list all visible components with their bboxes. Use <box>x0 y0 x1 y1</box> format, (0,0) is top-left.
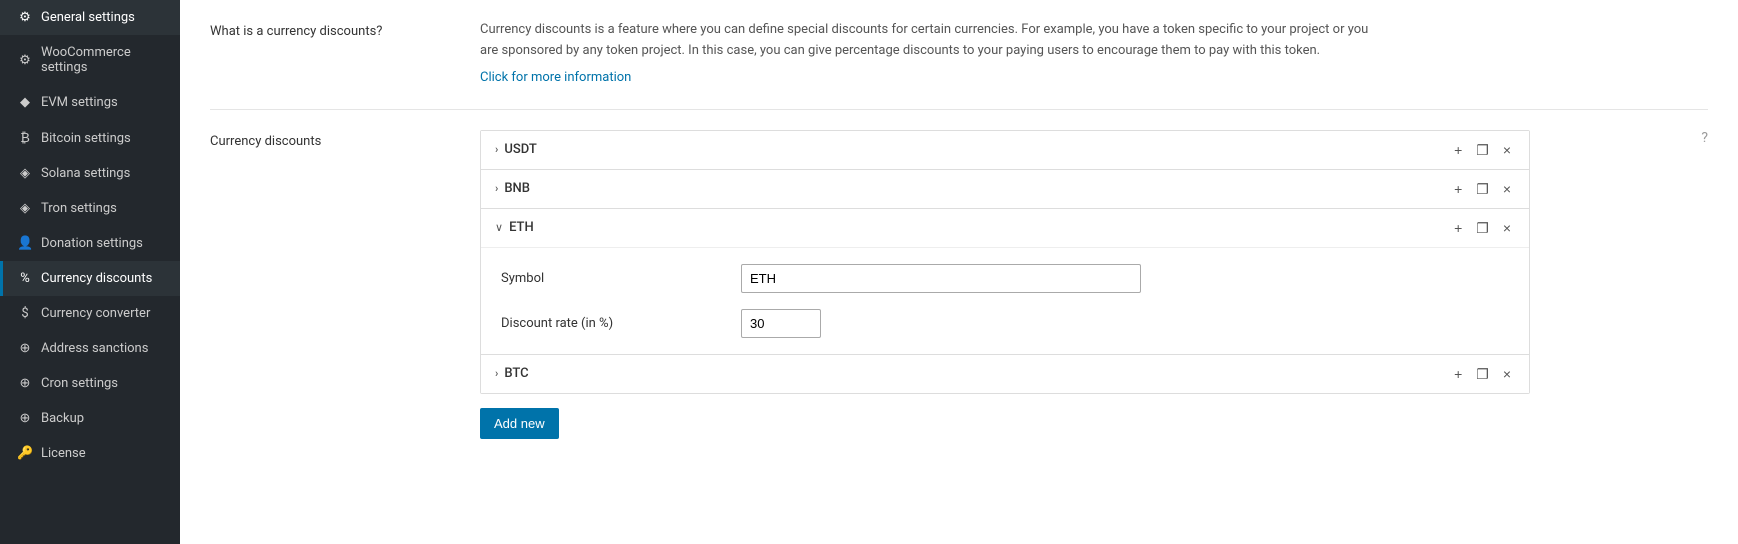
sidebar-item-address-sanctions[interactable]: ⊕ Address sanctions <box>0 331 180 366</box>
add-bnb-button[interactable]: + <box>1450 180 1466 198</box>
sidebar-item-label: EVM settings <box>41 95 118 110</box>
form-row-symbol: Symbol <box>501 264 1509 293</box>
accordion-header-bnb[interactable]: › BNB + ❐ × <box>481 170 1529 208</box>
input-discount_rate[interactable] <box>741 309 821 338</box>
general-settings-icon: ⚙ <box>17 10 33 25</box>
accordion-actions-eth: + ❐ × <box>1450 219 1515 237</box>
sidebar-item-label: Solana settings <box>41 166 130 181</box>
cron-settings-icon: ⊕ <box>17 376 33 391</box>
address-sanctions-icon: ⊕ <box>17 341 33 356</box>
bitcoin-settings-icon: ₿ <box>17 130 33 146</box>
chevron-eth-icon: ∨ <box>495 221 503 234</box>
sidebar-item-label: Currency converter <box>41 306 150 321</box>
accordion-body-eth: Symbol Discount rate (in %) <box>481 247 1529 354</box>
sidebar-item-label: Backup <box>41 411 84 426</box>
sidebar-item-label: Cron settings <box>41 376 118 391</box>
sidebar-item-solana-settings[interactable]: ◈ Solana settings <box>0 156 180 191</box>
accordion-title-btc: › BTC <box>495 366 529 381</box>
accordion-title-bnb: › BNB <box>495 181 530 196</box>
donation-settings-icon: 👤 <box>17 236 33 251</box>
sidebar-item-label: Tron settings <box>41 201 117 216</box>
currency-converter-icon: $ <box>17 306 33 321</box>
copy-btc-button[interactable]: ❐ <box>1472 365 1493 383</box>
accordion-header-eth[interactable]: ∨ ETH + ❐ × <box>481 209 1529 247</box>
backup-icon: ⊕ <box>17 411 33 426</box>
description-content: Currency discounts is a feature where yo… <box>480 20 1708 85</box>
section-divider <box>210 109 1708 110</box>
main-content: What is a currency discounts? Currency d… <box>180 0 1738 544</box>
accordion-label-usdt: USDT <box>504 142 536 157</box>
add-usdt-button[interactable]: + <box>1450 141 1466 159</box>
input-symbol[interactable] <box>741 264 1141 293</box>
sidebar-item-label: Donation settings <box>41 236 143 251</box>
info-link[interactable]: Click for more information <box>480 70 631 85</box>
chevron-bnb-icon: › <box>495 182 498 195</box>
form-row-discount_rate: Discount rate (in %) <box>501 309 1509 338</box>
woocommerce-settings-icon: ⚙ <box>17 53 33 68</box>
description-section: What is a currency discounts? Currency d… <box>210 20 1708 85</box>
sidebar-item-license[interactable]: 🔑 License <box>0 436 180 471</box>
accordion-label-eth: ETH <box>509 220 534 235</box>
accordion-content: ? › USDT + ❐ × › BNB + ❐ × <box>480 130 1708 439</box>
tron-settings-icon: ◈ <box>17 201 33 216</box>
accordion-actions-usdt: + ❐ × <box>1450 141 1515 159</box>
accordion-header-btc[interactable]: › BTC + ❐ × <box>481 355 1529 393</box>
accordion-label-bnb: BNB <box>504 181 530 196</box>
copy-eth-button[interactable]: ❐ <box>1472 219 1493 237</box>
sidebar-item-label: WooCommerce settings <box>41 45 166 75</box>
currency-discounts-section: Currency discounts ? › USDT + ❐ × › BNB <box>210 130 1708 439</box>
accordion-container: › USDT + ❐ × › BNB + ❐ × ∨ ETH <box>480 130 1530 394</box>
question-label: What is a currency discounts? <box>210 20 460 39</box>
evm-settings-icon: ◆ <box>17 95 33 110</box>
add-eth-button[interactable]: + <box>1450 219 1466 237</box>
sidebar-item-cron-settings[interactable]: ⊕ Cron settings <box>0 366 180 401</box>
copy-usdt-button[interactable]: ❐ <box>1472 141 1493 159</box>
license-icon: 🔑 <box>17 446 33 461</box>
accordion-item-usdt: › USDT + ❐ × <box>481 131 1529 170</box>
sidebar-item-label: Address sanctions <box>41 341 148 356</box>
accordion-actions-bnb: + ❐ × <box>1450 180 1515 198</box>
accordion-label-btc: BTC <box>504 366 528 381</box>
chevron-btc-icon: › <box>495 367 498 380</box>
accordion-title-eth: ∨ ETH <box>495 220 534 235</box>
close-bnb-button[interactable]: × <box>1499 180 1515 198</box>
sidebar-item-general-settings[interactable]: ⚙ General settings <box>0 0 180 35</box>
sidebar-item-bitcoin-settings[interactable]: ₿ Bitcoin settings <box>0 120 180 156</box>
accordion-item-btc: › BTC + ❐ × <box>481 355 1529 393</box>
accordion-actions-btc: + ❐ × <box>1450 365 1515 383</box>
help-icon[interactable]: ? <box>1701 130 1708 146</box>
sidebar-item-label: General settings <box>41 10 135 25</box>
sidebar: ⚙ General settings ⚙ WooCommerce setting… <box>0 0 180 544</box>
description-text: Currency discounts is a feature where yo… <box>480 20 1380 62</box>
close-btc-button[interactable]: × <box>1499 365 1515 383</box>
sidebar-item-donation-settings[interactable]: 👤 Donation settings <box>0 226 180 261</box>
close-usdt-button[interactable]: × <box>1499 141 1515 159</box>
close-eth-button[interactable]: × <box>1499 219 1515 237</box>
label-symbol: Symbol <box>501 271 721 286</box>
label-discount_rate: Discount rate (in %) <box>501 316 721 331</box>
accordion-item-bnb: › BNB + ❐ × <box>481 170 1529 209</box>
sidebar-item-currency-discounts[interactable]: % Currency discounts <box>0 261 180 296</box>
sidebar-item-evm-settings[interactable]: ◆ EVM settings <box>0 85 180 120</box>
sidebar-item-woocommerce-settings[interactable]: ⚙ WooCommerce settings <box>0 35 180 85</box>
chevron-usdt-icon: › <box>495 143 498 156</box>
accordion-header-usdt[interactable]: › USDT + ❐ × <box>481 131 1529 169</box>
sidebar-item-label: License <box>41 446 86 461</box>
sidebar-item-currency-converter[interactable]: $ Currency converter <box>0 296 180 331</box>
solana-settings-icon: ◈ <box>17 166 33 181</box>
accordion-item-eth: ∨ ETH + ❐ × Symbol Discount rate (in %) <box>481 209 1529 355</box>
section-label: Currency discounts <box>210 130 460 149</box>
copy-bnb-button[interactable]: ❐ <box>1472 180 1493 198</box>
add-btc-button[interactable]: + <box>1450 365 1466 383</box>
add-new-button[interactable]: Add new <box>480 408 559 439</box>
sidebar-item-label: Currency discounts <box>41 271 152 286</box>
sidebar-item-label: Bitcoin settings <box>41 131 131 146</box>
accordion-title-usdt: › USDT <box>495 142 537 157</box>
currency-discounts-icon: % <box>17 271 33 286</box>
sidebar-item-backup[interactable]: ⊕ Backup <box>0 401 180 436</box>
sidebar-item-tron-settings[interactable]: ◈ Tron settings <box>0 191 180 226</box>
